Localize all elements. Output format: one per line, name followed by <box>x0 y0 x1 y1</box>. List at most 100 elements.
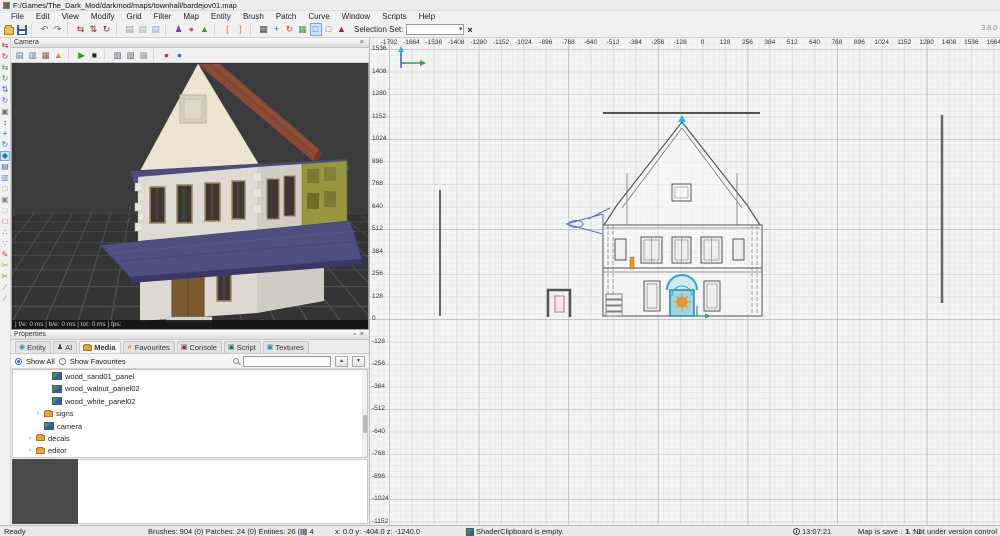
menu-brush[interactable]: Brush <box>237 12 270 21</box>
menu-curve[interactable]: Curve <box>302 12 335 21</box>
grid-toggle-icon[interactable]: ▦ <box>138 49 150 61</box>
y-flip-icon[interactable]: ⇅ <box>88 23 100 36</box>
menu-view[interactable]: View <box>56 12 85 21</box>
clear-selection-set-icon[interactable]: × <box>467 25 472 35</box>
tree-item-wood_sand01_panel[interactable]: wood_sand01_panel <box>13 370 367 382</box>
project-texture-icon[interactable]: ∕ <box>0 294 10 304</box>
save-map-icon[interactable] <box>16 23 28 36</box>
menu-patch[interactable]: Patch <box>270 12 302 21</box>
split-selected-icon[interactable]: ✂ <box>0 272 10 282</box>
show-all-radio[interactable] <box>15 358 22 365</box>
menu-window[interactable]: Window <box>336 12 376 21</box>
lighting-preview-red-icon[interactable]: ● <box>161 49 173 61</box>
search-next-button[interactable]: ▼ <box>352 356 365 367</box>
merge-maps-icon[interactable]: ▲ <box>336 23 348 36</box>
menu-map[interactable]: Map <box>177 12 205 21</box>
clip-selected-icon[interactable]: ✂ <box>0 261 10 271</box>
flip-x-icon[interactable]: ⇆ <box>0 41 10 51</box>
expander-icon[interactable]: › <box>27 435 33 442</box>
tree-item-wood_white_panel02[interactable]: wood_white_panel02 <box>13 395 367 407</box>
z-flip-icon[interactable]: ↻ <box>101 23 113 36</box>
patch-grid-icon[interactable]: ▦ <box>297 23 309 36</box>
menu-edit[interactable]: Edit <box>30 12 56 21</box>
csg-merge-icon[interactable]: □ <box>0 217 10 227</box>
media-search-input[interactable] <box>243 356 331 367</box>
camera-window-icon[interactable]: □ <box>323 23 335 36</box>
play-animation-icon[interactable]: ▶ <box>76 49 88 61</box>
menu-file[interactable]: File <box>5 12 30 21</box>
copy-shader-icon[interactable]: ▤ <box>124 23 136 36</box>
create-entity-icon[interactable]: ♟ <box>173 23 185 36</box>
render-wireframe-icon[interactable]: ▤ <box>14 49 26 61</box>
properties-close-icon[interactable]: × <box>358 331 366 338</box>
camera-3d-viewport[interactable]: | f/e: 0 ms | b/e: 0 ms | tot: 0 ms | fp… <box>11 63 369 330</box>
translate-tool-icon[interactable]: + <box>0 129 10 139</box>
tab-script[interactable]: ▣Script <box>224 341 261 353</box>
render-textured-icon[interactable]: ▦ <box>40 49 52 61</box>
x-flip-icon[interactable]: ⇆ <box>75 23 87 36</box>
tree-item-editor[interactable]: ›editor <box>13 445 367 457</box>
tab-entity[interactable]: ◉Entity <box>15 341 51 353</box>
flip-clip-orientation-icon[interactable]: ∕ <box>0 283 10 293</box>
menu-filter[interactable]: Filter <box>148 12 178 21</box>
lighting-preview-blue-icon[interactable]: ● <box>174 49 186 61</box>
undo-icon[interactable]: ↶ <box>39 23 51 36</box>
search-prev-button[interactable]: ▲ <box>335 356 348 367</box>
menu-entity[interactable]: Entity <box>205 12 237 21</box>
render-lighting-icon[interactable]: ▲ <box>53 49 65 61</box>
rotate-y-icon[interactable]: ↻ <box>0 74 10 84</box>
tree-item-camera[interactable]: camera <box>13 420 367 432</box>
camera-close-icon[interactable]: × <box>358 39 366 46</box>
open-map-icon[interactable] <box>3 23 15 36</box>
scale-tool-icon[interactable]: ◆ <box>0 151 10 161</box>
rotate-x-icon[interactable]: ↻ <box>0 52 10 62</box>
face-mode-icon[interactable]: ✎ <box>0 250 10 260</box>
tab-media[interactable]: Media <box>79 341 120 353</box>
edge-mode-icon[interactable]: ∵ <box>0 239 10 249</box>
select-inside-icon[interactable]: ▣ <box>0 195 10 205</box>
tree-item-wood_walnut_panel02[interactable]: wood_walnut_panel02 <box>13 383 367 395</box>
expander-icon[interactable]: › <box>35 410 41 417</box>
selection-set-combo[interactable]: ▾ <box>406 24 464 35</box>
farclip-minus-icon[interactable]: ▧ <box>125 49 137 61</box>
texture-lock-icon[interactable]: ▣ <box>0 107 10 117</box>
select-touching-icon[interactable]: □ <box>0 184 10 194</box>
paste-shader-natural-icon[interactable]: ▤ <box>150 23 162 36</box>
tree-item-decals[interactable]: ›decals <box>13 432 367 444</box>
farclip-plus-icon[interactable]: ▧ <box>112 49 124 61</box>
menu-help[interactable]: Help <box>413 12 441 21</box>
tab-textures[interactable]: ▣Textures <box>263 341 309 353</box>
orthographic-2d-view[interactable]: -1792-1664-1536-1408-1280-1152-1024-896-… <box>370 38 1000 525</box>
tab-ai[interactable]: ♟AI <box>53 341 77 353</box>
vertex-mode-icon[interactable]: ∴ <box>0 228 10 238</box>
create-model-icon[interactable]: ▲ <box>199 23 211 36</box>
rotate-tool-icon[interactable]: ↻ <box>0 140 10 150</box>
menu-scripts[interactable]: Scripts <box>376 12 412 21</box>
menu-modify[interactable]: Modify <box>85 12 121 21</box>
tree-item-signs[interactable]: ›signs <box>13 407 367 419</box>
drag-entities-icon[interactable]: ▤ <box>0 162 10 172</box>
tab-favourites[interactable]: ★Favourites <box>123 341 175 353</box>
expander-icon[interactable]: › <box>27 447 33 454</box>
create-light-icon[interactable]: ● <box>186 23 198 36</box>
clipper-tool-icon[interactable]: □ <box>310 23 322 36</box>
csg-subtract-icon[interactable]: □ <box>0 206 10 216</box>
render-solid-icon[interactable]: ▥ <box>27 49 39 61</box>
flip-y-icon[interactable]: ⇆ <box>0 63 10 73</box>
paste-shader-icon[interactable]: ▤ <box>137 23 149 36</box>
rotate-z-icon[interactable]: ↻ <box>0 96 10 106</box>
flip-z-icon[interactable]: ⇅ <box>0 85 10 95</box>
curve-nurbs-icon[interactable]: [ <box>222 23 234 36</box>
rotate-manipulator-icon[interactable]: ↻ <box>284 23 296 36</box>
stop-animation-icon[interactable]: ■ <box>89 49 101 61</box>
menu-grid[interactable]: Grid <box>120 12 147 21</box>
curve-catmullrom-icon[interactable]: ] <box>235 23 247 36</box>
tab-console[interactable]: ▣Console <box>177 341 222 353</box>
move-manipulator-icon[interactable]: + <box>271 23 283 36</box>
texture-browser-icon[interactable]: ▦ <box>258 23 270 36</box>
redo-icon[interactable]: ↷ <box>52 23 64 36</box>
window-layout-icon[interactable]: ▥ <box>0 173 10 183</box>
tree-scrollbar[interactable] <box>362 370 367 457</box>
select-complete-tall-icon[interactable]: ↕ <box>0 118 10 128</box>
show-favourites-radio[interactable] <box>59 358 66 365</box>
